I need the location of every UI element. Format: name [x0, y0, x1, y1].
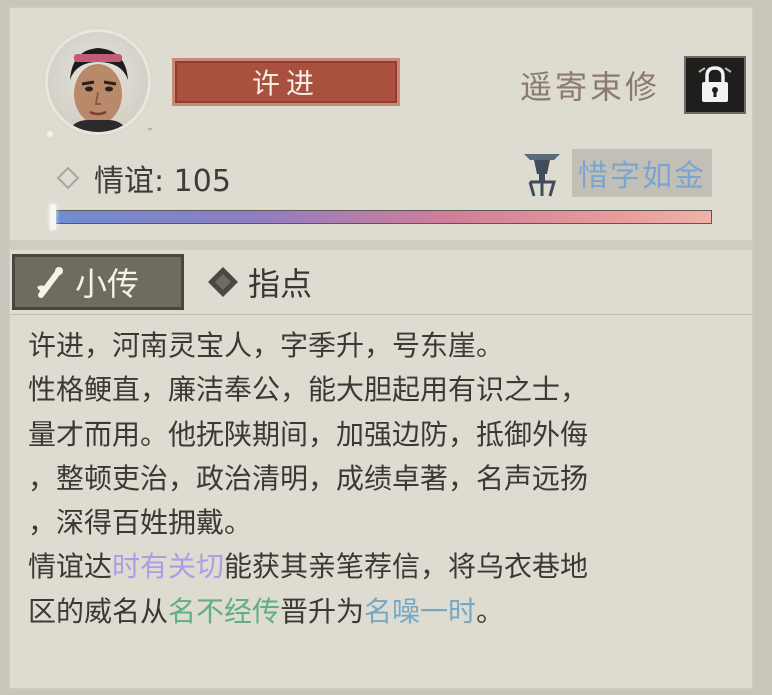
tab-biography[interactable]: 小传 [12, 254, 184, 310]
friendship-label: 情谊: 105 [94, 164, 231, 199]
character-panel: 许进 遥寄束修 情谊: 105 惜字如金 小传 指点 许进，河南灵宝人，字季升，… [10, 8, 752, 688]
biography-line: 性格鲠直，廉洁奉公，能大胆起用有识之士， [28, 373, 589, 407]
friendship-progress-bar [52, 210, 712, 224]
scroll-icon [37, 267, 63, 298]
biography-line: 许进，河南灵宝人，字季升，号东崖。 [28, 329, 505, 362]
biography-line: ，整顿吏治，政治清明，成绩卓著，名声远扬 [28, 461, 589, 495]
biography-text: 许进，河南灵宝人，字季升，号东崖。 性格鲠直，廉洁奉公，能大胆起用有识之士， 量… [28, 324, 740, 634]
biography-line: 量才而用。他抚陕期间，加强边防，抵御外侮 [28, 417, 589, 451]
tab-guidance[interactable]: 指点 [202, 254, 362, 310]
biography-text-segment: 晋升为 [280, 594, 365, 628]
header-divider [10, 240, 752, 250]
character-portrait[interactable] [48, 32, 148, 132]
character-name-plate: 许进 [172, 58, 400, 106]
biography-text-segment: 能获其亲笔荐信，将乌衣巷地 [224, 550, 589, 584]
remote-gift-label: 遥寄束修 [520, 68, 661, 106]
tab-guidance-label: 指点 [248, 265, 313, 303]
tab-bar: 小传 指点 [10, 252, 752, 315]
friendship-level-highlight: 时有关切 [112, 550, 225, 584]
gold-trait-button[interactable]: 惜字如金 [520, 148, 712, 198]
character-name: 许进 [251, 67, 320, 100]
biography-text-segment: 。 [476, 594, 505, 628]
wine-vessel-icon [524, 154, 560, 197]
biography-line: 情谊达时有关切能获其亲笔荐信，将乌衣巷地 [28, 545, 740, 589]
remote-gift-lock-button[interactable] [684, 56, 746, 114]
biography-text-segment: 情谊达 [28, 550, 113, 584]
biography-line: ，深得百姓拥戴。 [28, 506, 253, 540]
diamond-icon [208, 267, 238, 297]
fame-level-from-highlight: 名不经传 [168, 594, 281, 628]
lock-icon [698, 66, 732, 102]
friendship-stat: 情谊: 105 [56, 156, 231, 200]
portrait-decoration [47, 128, 153, 137]
portrait-image [68, 48, 128, 132]
biography-line: 区的威名从名不经传晋升为名噪一时。 [28, 590, 740, 634]
character-header: 许进 遥寄束修 情谊: 105 惜字如金 [10, 8, 752, 240]
biography-text-segment: 区的威名从 [28, 594, 169, 628]
fame-level-to-highlight: 名噪一时 [364, 594, 477, 628]
friendship-progress-marker [50, 204, 56, 230]
friendship-diamond-icon [56, 166, 80, 190]
gold-trait-label: 惜字如金 [572, 149, 712, 197]
tab-biography-label: 小传 [75, 265, 140, 303]
